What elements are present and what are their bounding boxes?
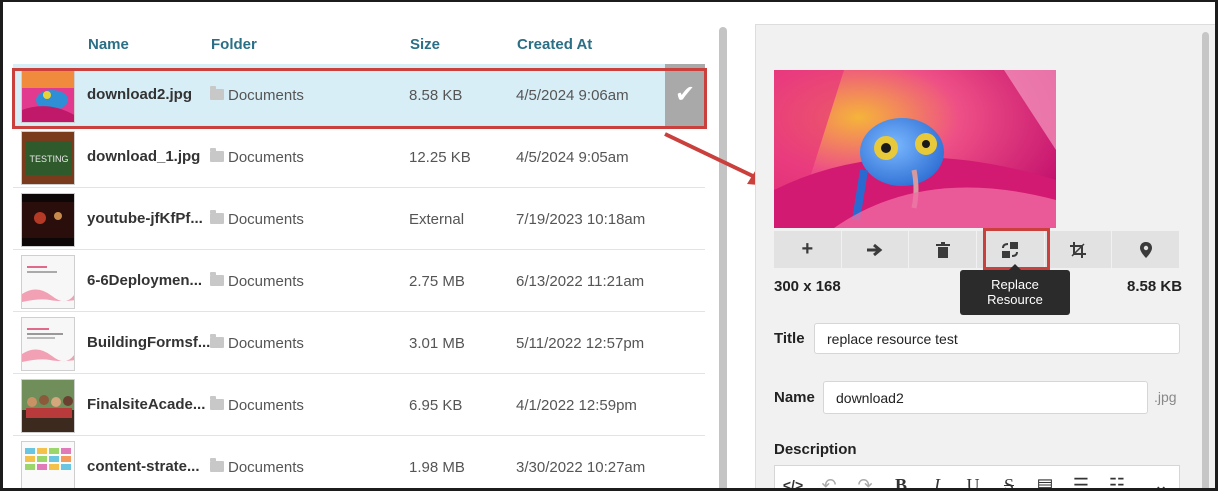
file-size: 1.98 MB — [409, 459, 465, 476]
thumbnail-image — [21, 193, 75, 247]
bullet-list-icon[interactable]: ☷ — [1099, 466, 1135, 488]
chevron-down-icon[interactable]: ⌄ — [1143, 466, 1179, 488]
file-row[interactable]: FinalsiteAcade... Documents 6.95 KB 4/1/… — [13, 374, 705, 436]
folder-icon — [210, 458, 224, 472]
move-button[interactable] — [841, 231, 910, 268]
file-size: External — [409, 211, 465, 228]
folder-icon — [210, 210, 224, 224]
file-row[interactable]: BuildingFormsf... Documents 3.01 MB 5/11… — [13, 312, 705, 374]
details-scrollbar[interactable] — [1202, 32, 1209, 488]
file-created: 7/19/2023 10:18am — [516, 211, 646, 228]
file-row[interactable]: TESTING download_1.jpg Documents 12.25 K… — [13, 126, 705, 188]
image-dimensions: 300 x 168 — [774, 278, 841, 295]
file-name[interactable]: FinalsiteAcade... — [87, 396, 205, 413]
file-extension: .jpg — [1154, 389, 1177, 405]
file-name[interactable]: 6-6Deploymen... — [87, 272, 202, 289]
title-field[interactable]: replace resource test — [814, 323, 1180, 354]
selected-row-highlight — [12, 68, 707, 129]
folder-icon — [210, 272, 224, 286]
column-header-created[interactable]: Created At — [517, 36, 592, 53]
map-pin-icon — [1139, 241, 1152, 258]
file-created: 4/5/2024 9:05am — [516, 149, 629, 166]
numbered-list-icon[interactable]: ☰ — [1063, 466, 1099, 488]
list-scrollbar[interactable] — [719, 27, 727, 488]
file-folder: Documents — [210, 210, 304, 228]
column-header-name[interactable]: Name — [88, 36, 129, 53]
replace-resource-tooltip: Replace Resource — [960, 264, 1070, 315]
file-name[interactable]: download_1.jpg — [87, 148, 200, 165]
file-folder: Documents — [210, 272, 304, 290]
delete-button[interactable] — [909, 231, 978, 268]
source-code-icon[interactable]: </> — [775, 466, 811, 488]
file-created: 6/13/2022 11:21am — [516, 273, 645, 290]
folder-icon — [210, 148, 224, 162]
file-name[interactable]: youtube-jfKfPf... — [87, 210, 203, 227]
thumbnail-image — [21, 255, 75, 309]
redo-icon[interactable]: ↷ — [847, 466, 883, 488]
book-icon[interactable]: ▤ — [1027, 466, 1063, 488]
thumbnail-image — [21, 317, 75, 371]
app-frame: Name Folder Size Created At download2 .jp… — [0, 0, 1218, 491]
italic-icon[interactable]: I — [919, 466, 955, 488]
file-size: 12.25 KB — [409, 149, 471, 166]
name-label: Name — [774, 389, 815, 406]
image-preview — [774, 70, 1056, 228]
bold-icon[interactable]: B — [883, 466, 919, 488]
focal-point-button[interactable] — [1112, 231, 1181, 268]
name-field[interactable]: download2 — [823, 381, 1148, 414]
file-folder: Documents — [210, 458, 304, 476]
file-row[interactable]: content-strate... Documents 1.98 MB 3/30… — [13, 436, 705, 488]
thumbnail-image — [21, 379, 75, 433]
title-label: Title — [774, 330, 805, 347]
description-editor-toolbar: </> ↶ ↷ B I U S ▤ ☰ ☷ ⌄ — [774, 465, 1180, 488]
file-size: 3.01 MB — [409, 335, 465, 352]
description-label: Description — [774, 441, 857, 458]
file-created: 5/11/2022 12:57pm — [516, 335, 645, 352]
file-row[interactable]: 6-6Deploymen... Documents 2.75 MB 6/13/2… — [13, 250, 705, 312]
undo-icon[interactable]: ↶ — [811, 466, 847, 488]
trash-icon — [935, 241, 950, 258]
crop-icon — [1070, 241, 1087, 258]
thumbnail-image — [21, 441, 75, 488]
thumbnail-text: TESTING — [29, 154, 68, 164]
add-button[interactable]: + — [774, 231, 842, 268]
file-name[interactable]: BuildingFormsf... — [87, 334, 210, 351]
folder-icon — [210, 334, 224, 348]
plus-icon: + — [801, 238, 814, 260]
file-name[interactable]: content-strate... — [87, 458, 200, 475]
file-folder: Documents — [210, 148, 304, 166]
column-header-folder[interactable]: Folder — [211, 36, 257, 53]
image-file-size: 8.58 KB — [1127, 278, 1183, 295]
file-row[interactable]: youtube-jfKfPf... Documents External 7/1… — [13, 188, 705, 250]
column-header-size[interactable]: Size — [410, 36, 440, 53]
file-size: 6.95 KB — [409, 397, 463, 414]
folder-icon — [210, 396, 224, 410]
file-size: 2.75 MB — [409, 273, 465, 290]
file-folder: Documents — [210, 334, 304, 352]
arrow-right-icon — [867, 243, 883, 256]
resource-toolbar: + — [774, 231, 1181, 268]
underline-icon[interactable]: U — [955, 466, 991, 488]
file-folder: Documents — [210, 396, 304, 414]
crop-button[interactable] — [1044, 231, 1113, 268]
file-created: 4/1/2022 12:59pm — [516, 397, 637, 414]
strikethrough-icon[interactable]: S — [991, 466, 1027, 488]
file-created: 3/30/2022 10:27am — [516, 459, 646, 476]
thumbnail-image: TESTING — [21, 131, 75, 185]
